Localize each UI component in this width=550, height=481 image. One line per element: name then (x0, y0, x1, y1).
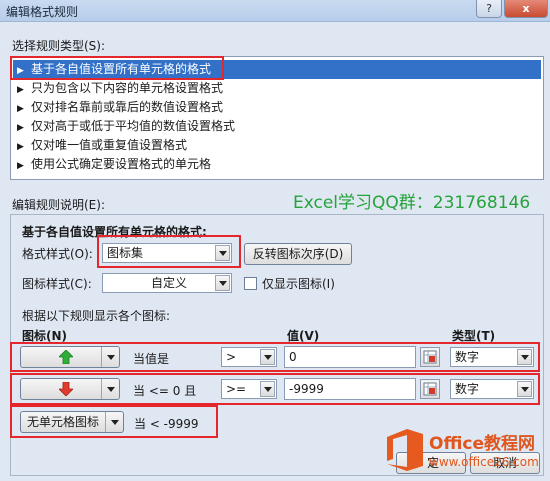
reverse-icon-order-button[interactable]: 反转图标次序(D) (244, 243, 352, 265)
rule-type-item-label: 仅对排名靠前或靠后的数值设置格式 (31, 100, 224, 114)
rule-condition-text: 当 <= 0 且 (133, 384, 197, 398)
rule-type-item-label: 仅对唯一值或重复值设置格式 (31, 138, 188, 152)
rules-caption: 根据以下规则显示各个图标: (22, 309, 171, 323)
green-up-arrow-icon (59, 350, 73, 364)
badge-site-url: www.office26.com (429, 455, 539, 469)
rule-type-item[interactable]: ▶ 使用公式确定要设置格式的单元格 (13, 155, 541, 174)
close-button[interactable]: x (504, 0, 548, 18)
window-title: 编辑格式规则 (6, 5, 79, 19)
chevron-down-icon[interactable] (105, 412, 123, 432)
chevron-down-icon[interactable] (260, 349, 275, 365)
value-input[interactable]: 0 (284, 346, 416, 368)
operator-select[interactable]: > (221, 347, 277, 367)
rule-type-item-label: 基于各自值设置所有单元格的格式 (31, 62, 212, 76)
rule-condition-text: 当 < -9999 (134, 417, 199, 431)
chevron-down-icon[interactable] (101, 347, 119, 367)
icon-style-select[interactable]: 自定义 (102, 273, 232, 293)
format-style-label: 格式样式(O): (22, 247, 93, 261)
badge-site-name: Office教程网 (429, 434, 536, 454)
chevron-down-icon[interactable] (215, 245, 230, 261)
value-column-header: 值(V) (287, 329, 320, 343)
operator-value: > (226, 350, 237, 364)
chevron-down-icon[interactable] (101, 379, 119, 399)
title-bar: 编辑格式规则 ? x (0, 0, 550, 22)
operator-value: >= (226, 382, 247, 396)
icon-style-label: 图标样式(C): (22, 277, 92, 291)
type-select[interactable]: 数字 (450, 379, 534, 399)
rule-type-item-label: 使用公式确定要设置格式的单元格 (31, 157, 212, 171)
chevron-down-icon[interactable] (215, 275, 230, 291)
type-value: 数字 (455, 382, 480, 396)
icon-picker-button[interactable]: 无单元格图标 (20, 411, 124, 433)
office-watermark-badge: Office教程网 www.office26.com (383, 425, 543, 479)
rule-description-label: 编辑规则说明(E): (12, 198, 105, 212)
operator-select[interactable]: >= (221, 379, 277, 399)
triangle-icon: ▶ (17, 161, 24, 171)
type-column-header: 类型(T) (452, 329, 496, 343)
type-select[interactable]: 数字 (450, 347, 534, 367)
description-heading: 基于各自值设置所有单元格的格式: (22, 225, 207, 239)
rule-type-item-label: 只为包含以下内容的单元格设置格式 (31, 81, 224, 95)
rule-type-item[interactable]: ▶ 基于各自值设置所有单元格的格式 (13, 60, 541, 79)
format-style-value: 图标集 (107, 246, 144, 260)
chevron-down-icon[interactable] (517, 381, 532, 397)
chevron-down-icon[interactable] (517, 349, 532, 365)
value-input[interactable]: -9999 (284, 378, 416, 400)
rule-condition-text: 当值是 (133, 352, 170, 366)
rule-type-item-label: 仅对高于或低于平均值的数值设置格式 (31, 119, 236, 133)
rule-type-item[interactable]: ▶ 仅对高于或低于平均值的数值设置格式 (13, 117, 541, 136)
chevron-down-icon[interactable] (260, 381, 275, 397)
no-cell-icon-label: 无单元格图标 (27, 415, 100, 429)
help-button[interactable]: ? (476, 0, 502, 18)
rule-type-item[interactable]: ▶ 仅对排名靠前或靠后的数值设置格式 (13, 98, 541, 117)
icon-picker-button[interactable] (20, 378, 120, 400)
cell-reference-button[interactable] (420, 379, 440, 399)
red-down-arrow-icon (59, 382, 73, 396)
icon-column-header: 图标(N) (22, 329, 68, 343)
icon-style-value: 自定义 (150, 276, 187, 290)
icon-picker-button[interactable] (20, 346, 120, 368)
rule-type-list[interactable]: ▶ 基于各自值设置所有单元格的格式 ▶ 只为包含以下内容的单元格设置格式 ▶ 仅对排名… (10, 56, 544, 180)
rule-type-item[interactable]: ▶ 仅对唯一值或重复值设置格式 (13, 136, 541, 155)
show-icon-only-checkbox[interactable] (244, 277, 257, 290)
rule-type-item[interactable]: ▶ 只为包含以下内容的单元格设置格式 (13, 79, 541, 98)
cell-reference-icon (423, 350, 437, 364)
show-icon-only-label: 仅显示图标(I) (262, 277, 335, 291)
qq-group-watermark: Excel学习QQ群：231768146 (293, 193, 531, 213)
cell-reference-button[interactable] (420, 347, 440, 367)
format-style-select[interactable]: 图标集 (102, 243, 232, 263)
cell-reference-icon (423, 382, 437, 396)
type-value: 数字 (455, 350, 480, 364)
office-logo-icon (387, 429, 423, 471)
rule-type-label: 选择规则类型(S): (12, 39, 106, 53)
